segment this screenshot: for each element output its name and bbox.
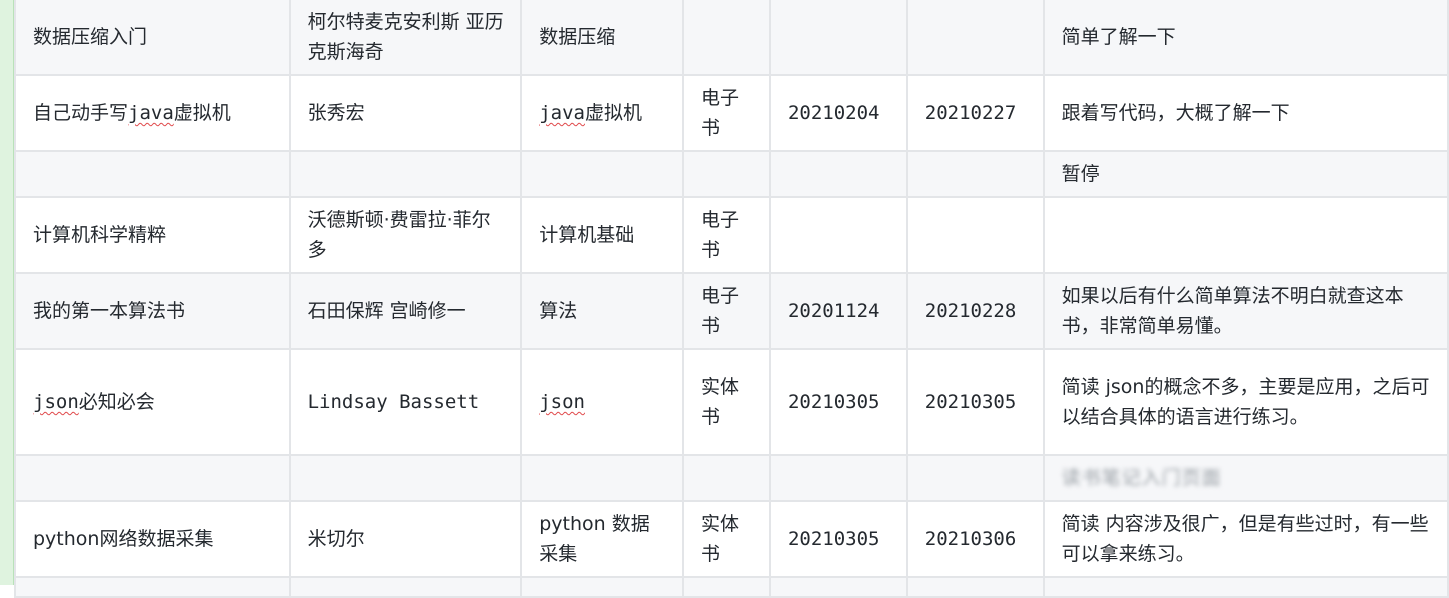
end-date-cell[interactable] xyxy=(905,150,1045,198)
sheet-left-edge xyxy=(0,0,15,585)
title-suffix: 虚拟机 xyxy=(173,102,231,124)
title-cell[interactable] xyxy=(14,576,291,598)
category-cell[interactable]: python 数据采集 xyxy=(520,500,685,578)
note-cell[interactable]: 读书笔记入门页面 xyxy=(1042,454,1449,502)
note-cell[interactable]: 如果以后有什么简单算法不明白就查这本书，非常简单易懂。 xyxy=(1042,272,1449,350)
author-cell[interactable] xyxy=(288,454,523,502)
table-row: 计算机科学精粹 沃德斯顿·费雷拉·菲尔多 计算机基础 电子书 xyxy=(14,196,1449,274)
note-cell[interactable]: 简单了解一下 xyxy=(1042,0,1449,76)
category-cell[interactable]: java虚拟机 xyxy=(520,74,685,152)
spellcheck-word: java xyxy=(128,102,174,124)
title-cell[interactable]: 计算机科学精粹 xyxy=(14,196,291,274)
category-cell[interactable]: 数据压缩 xyxy=(520,0,685,76)
spellcheck-word: json xyxy=(539,391,585,413)
table-row: 数据压缩入门 柯尔特麦克安利斯 亚历克斯海奇 数据压缩 简单了解一下 xyxy=(14,0,1449,76)
table-row: python网络数据采集 米切尔 python 数据采集 实体书 2021030… xyxy=(14,500,1449,578)
table-row xyxy=(14,576,1449,598)
table-row: 我的第一本算法书 石田保辉 宫崎修一 算法 电子书 20201124 20210… xyxy=(14,272,1449,350)
note-cell[interactable] xyxy=(1042,196,1449,274)
note-cell[interactable]: 简读 内容涉及很广，但是有些过时，有一些可以拿来练习。 xyxy=(1042,500,1449,578)
category-cell[interactable] xyxy=(520,150,685,198)
start-date-cell[interactable]: 20210204 xyxy=(768,74,908,152)
reading-list-table: 数据压缩入门 柯尔特麦克安利斯 亚历克斯海奇 数据压缩 简单了解一下 自己动手写… xyxy=(14,0,1449,598)
start-date-cell[interactable]: 20201124 xyxy=(768,272,908,350)
end-date-cell[interactable]: 20210305 xyxy=(905,348,1045,456)
end-date-cell[interactable] xyxy=(905,196,1045,274)
table-row: 读书笔记入门页面 xyxy=(14,454,1449,502)
title-cell[interactable]: json必知必会 xyxy=(14,348,291,456)
title-prefix: 自己动手写 xyxy=(33,102,129,124)
table-row: 自己动手写java虚拟机 张秀宏 java虚拟机 电子书 20210204 20… xyxy=(14,74,1449,152)
table-row: 暂停 xyxy=(14,150,1449,198)
start-date-cell[interactable] xyxy=(768,454,908,502)
end-date-cell[interactable]: 20210227 xyxy=(905,74,1045,152)
format-cell[interactable] xyxy=(682,0,771,76)
start-date-cell[interactable] xyxy=(768,196,908,274)
title-cell[interactable]: python网络数据采集 xyxy=(14,500,291,578)
note-cell[interactable]: 跟着写代码，大概了解一下 xyxy=(1042,74,1449,152)
format-cell[interactable]: 电子书 xyxy=(682,196,771,274)
title-suffix: 必知必会 xyxy=(78,391,155,413)
author-cell[interactable]: 沃德斯顿·费雷拉·菲尔多 xyxy=(288,196,523,274)
start-date-cell[interactable]: 20210305 xyxy=(768,348,908,456)
title-cell[interactable]: 自己动手写java虚拟机 xyxy=(14,74,291,152)
end-date-cell[interactable] xyxy=(905,454,1045,502)
author-cell[interactable] xyxy=(288,150,523,198)
title-cell[interactable] xyxy=(14,454,291,502)
category-cell[interactable]: json xyxy=(520,348,685,456)
category-cell[interactable]: 计算机基础 xyxy=(520,196,685,274)
format-cell[interactable]: 实体书 xyxy=(682,500,771,578)
category-cell[interactable] xyxy=(520,576,685,598)
note-cell[interactable]: 简读 json的概念不多，主要是应用，之后可以结合具体的语言进行练习。 xyxy=(1042,348,1449,456)
end-date-cell[interactable] xyxy=(905,0,1045,76)
format-cell[interactable] xyxy=(682,150,771,198)
category-cell[interactable]: 算法 xyxy=(520,272,685,350)
title-cell[interactable] xyxy=(14,150,291,198)
spellcheck-word: java xyxy=(539,102,585,124)
category-suffix: 虚拟机 xyxy=(585,102,643,124)
format-cell[interactable]: 实体书 xyxy=(682,348,771,456)
spellcheck-word: json xyxy=(33,391,79,413)
author-cell[interactable]: 石田保辉 宫崎修一 xyxy=(288,272,523,350)
end-date-cell[interactable] xyxy=(905,576,1045,598)
end-date-cell[interactable]: 20210306 xyxy=(905,500,1045,578)
start-date-cell[interactable] xyxy=(768,150,908,198)
note-cell[interactable]: 暂停 xyxy=(1042,150,1449,198)
author-cell[interactable] xyxy=(288,576,523,598)
title-cell[interactable]: 我的第一本算法书 xyxy=(14,272,291,350)
blurred-note-text: 读书笔记入门页面 xyxy=(1061,467,1222,489)
format-cell[interactable] xyxy=(682,576,771,598)
title-cell[interactable]: 数据压缩入门 xyxy=(14,0,291,76)
author-cell[interactable]: Lindsay Bassett xyxy=(288,348,523,456)
start-date-cell[interactable] xyxy=(768,576,908,598)
format-cell[interactable]: 电子书 xyxy=(682,272,771,350)
author-cell[interactable]: 张秀宏 xyxy=(288,74,523,152)
format-cell[interactable]: 电子书 xyxy=(682,74,771,152)
table-row: json必知必会 Lindsay Bassett json 实体书 202103… xyxy=(14,348,1449,456)
start-date-cell[interactable]: 20210305 xyxy=(768,500,908,578)
start-date-cell[interactable] xyxy=(768,0,908,76)
end-date-cell[interactable]: 20210228 xyxy=(905,272,1045,350)
author-cell[interactable]: 米切尔 xyxy=(288,500,523,578)
format-cell[interactable] xyxy=(682,454,771,502)
category-cell[interactable] xyxy=(520,454,685,502)
author-cell[interactable]: 柯尔特麦克安利斯 亚历克斯海奇 xyxy=(288,0,523,76)
note-cell[interactable] xyxy=(1042,576,1449,598)
